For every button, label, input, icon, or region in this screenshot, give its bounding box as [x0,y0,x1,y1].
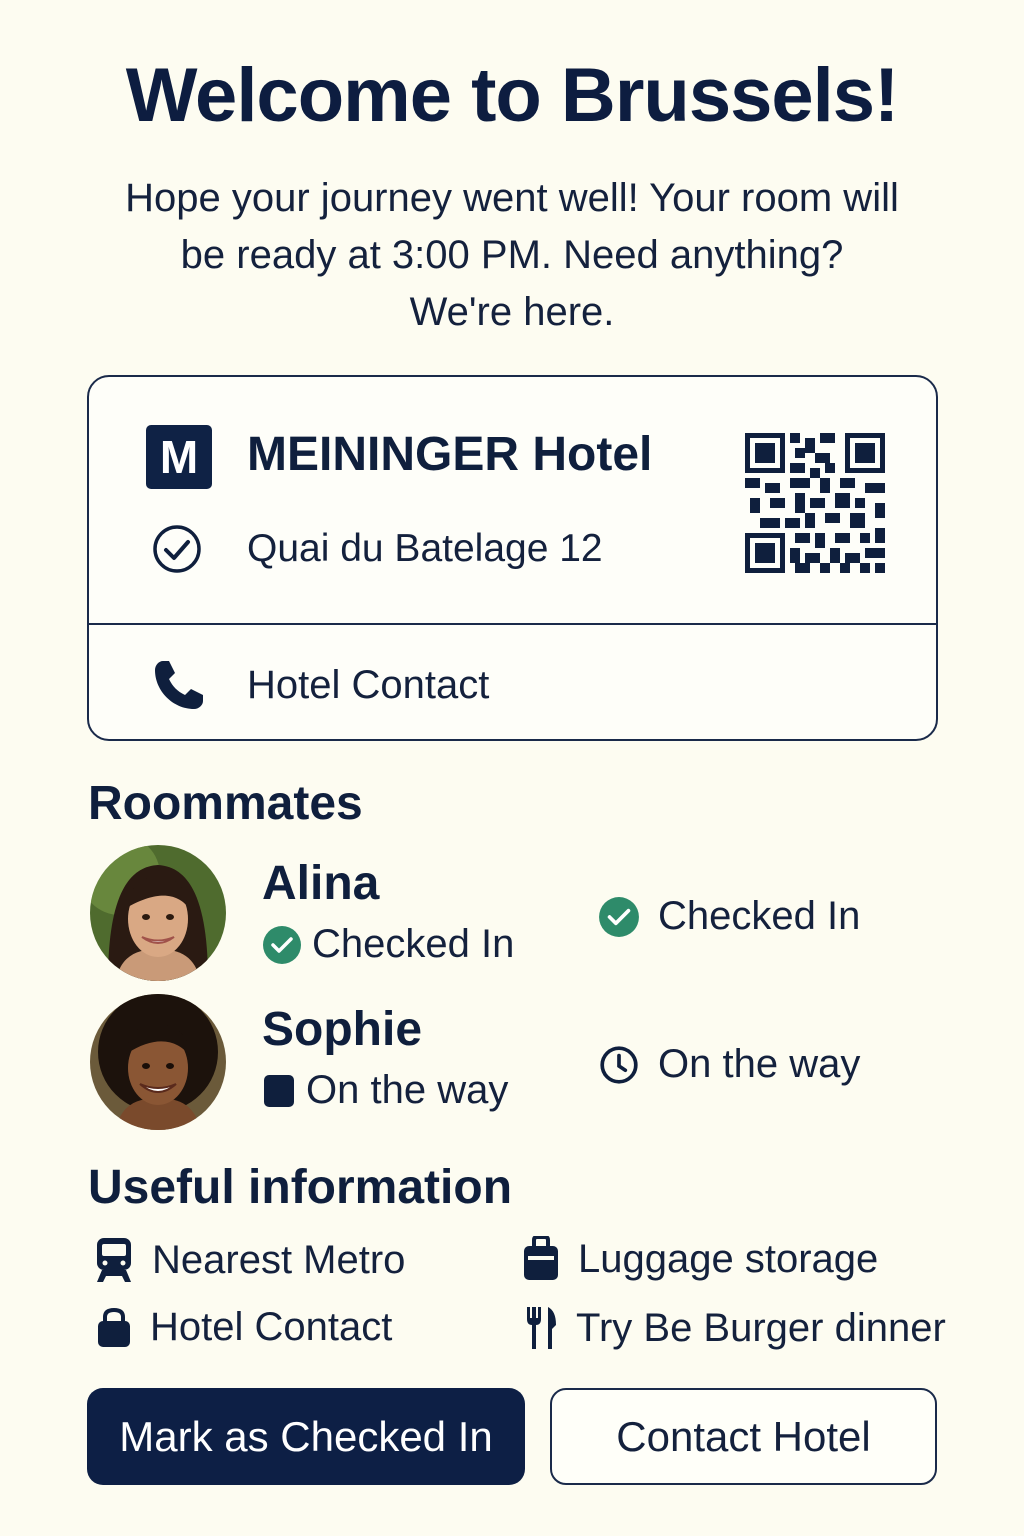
roommate-status-alina: Checked In [262,922,514,967]
roommate-status-summary-label: Checked In [658,894,861,938]
info-luggage-storage[interactable]: Luggage storage [522,1236,878,1282]
fork-knife-icon [527,1307,556,1349]
info-nearest-metro[interactable]: Nearest Metro [94,1236,405,1284]
check-circle-icon [153,525,201,573]
roommate-name-alina: Alina [262,857,380,910]
page-title: Welcome to Brussels! [125,53,900,138]
roommate-status-summary-label: On the way [658,1042,861,1086]
info-label: Luggage storage [578,1236,879,1281]
welcome-line-2: be ready at 3:00 PM. Need anything? [180,233,844,277]
roommate-status-sophie: On the way [262,1068,508,1113]
meininger-logo-icon: M [146,425,212,489]
hotel-address: Quai du Batelage 12 [247,527,603,570]
mark-checked-in-button[interactable]: Mark as Checked In [87,1388,525,1485]
qr-code-icon[interactable] [745,433,885,573]
clock-icon [600,1045,638,1084]
hotel-name: MEININGER Hotel [247,428,653,481]
metro-icon [97,1238,131,1282]
info-label: Hotel Contact [150,1305,393,1349]
avatar-sophie [90,994,226,1130]
welcome-message: Hope your journey went well! Your room w… [90,170,934,341]
hotel-contact-link[interactable]: Hotel Contact [247,663,489,708]
check-circle-icon [263,925,301,964]
info-burger-dinner[interactable]: Try Be Burger dinner [524,1305,946,1351]
hotel-card: M MEININGER Hotel Quai du Batelage 12 Ho… [87,375,938,741]
status-square-icon [264,1074,294,1107]
info-label: Nearest Metro [152,1237,406,1282]
welcome-line-3: We're here. [409,290,615,334]
lock-icon [98,1307,130,1347]
roommate-status-label: Checked In [312,922,515,966]
card-divider [89,623,936,625]
info-label: Try Be Burger dinner [576,1305,946,1350]
info-hotel-contact[interactable]: Hotel Contact [96,1305,392,1350]
roommate-status-summary-alina: Checked In [598,894,860,939]
contact-hotel-button[interactable]: Contact Hotel [550,1388,937,1485]
roommates-heading: Roommates [88,777,363,830]
roommate-name-sophie: Sophie [262,1003,423,1056]
phone-icon[interactable] [149,655,209,715]
check-circle-icon [599,896,639,937]
useful-info-heading: Useful information [88,1161,513,1214]
welcome-line-1: Hope your journey went well! Your room w… [125,176,899,220]
roommate-status-summary-sophie: On the way [598,1042,860,1087]
avatar-alina [90,845,226,981]
luggage-icon [524,1236,558,1280]
roommate-status-label: On the way [306,1068,509,1112]
